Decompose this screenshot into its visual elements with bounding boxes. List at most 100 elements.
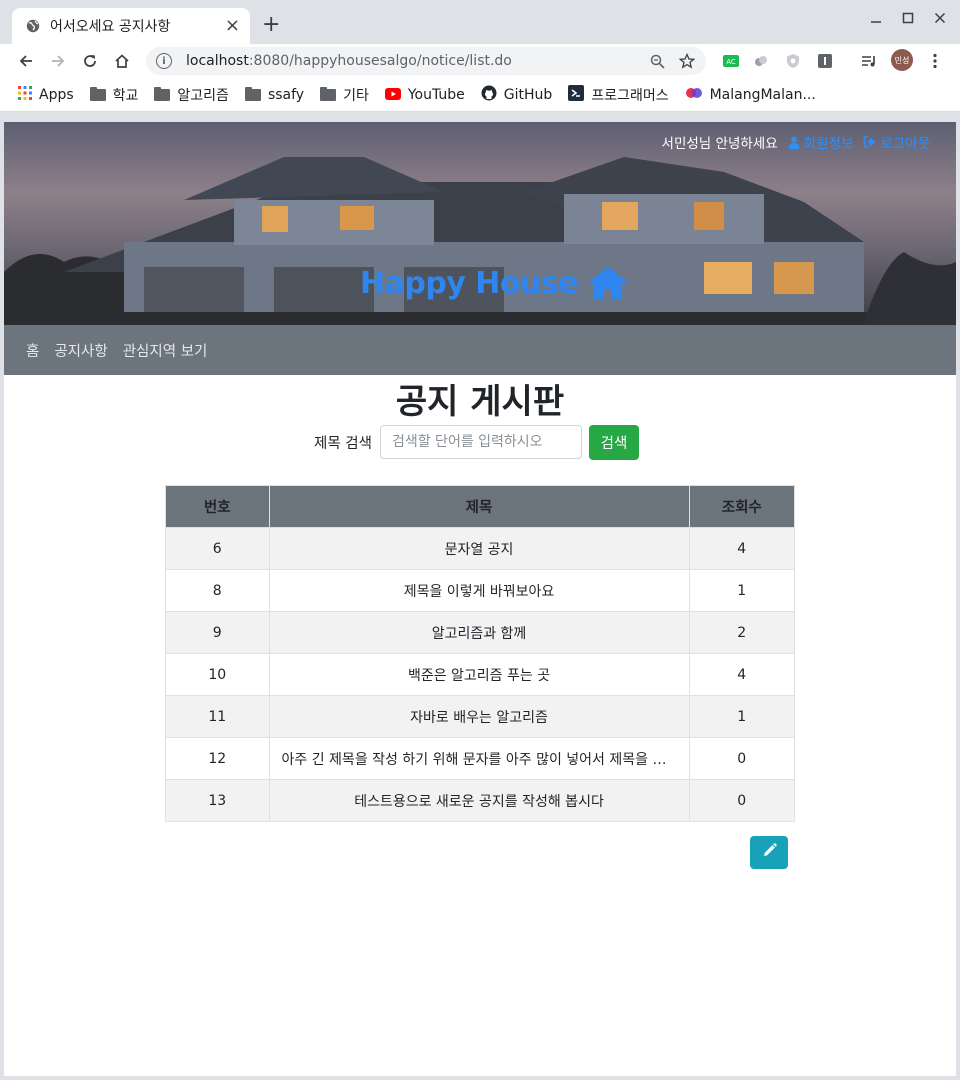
table-row[interactable]: 12 아주 긴 제목을 작성 하기 위해 문자를 아주 많이 넣어서 제목을 작… (165, 737, 796, 780)
bookmark-star-icon[interactable] (678, 52, 696, 70)
cell-views: 0 (688, 737, 796, 780)
folder-icon (154, 86, 171, 101)
browser-tabstrip: 어서오세요 공지사항 × + (0, 0, 960, 44)
home-icon[interactable] (112, 51, 132, 71)
tab-close-icon[interactable]: × (225, 17, 240, 35)
cell-title-link[interactable]: 문자열 공지 (268, 527, 690, 570)
search-input[interactable] (379, 425, 582, 459)
notice-table: 번호 제목 조회수 6 문자열 공지 4 8 제목을 이렇게 바꿔보아요 1 9… (165, 485, 796, 822)
nav-home[interactable]: 홈 (26, 340, 39, 361)
member-info-link[interactable]: 회원정보 (788, 132, 853, 152)
malang-icon (685, 85, 703, 105)
table-row[interactable]: 11 자바로 배우는 알고리즘 1 (165, 695, 796, 738)
apps-grid-icon (18, 85, 32, 104)
extension-ac-icon[interactable]: AC (722, 52, 740, 70)
folder-icon (89, 86, 106, 101)
youtube-icon (384, 85, 401, 104)
bookmark-folder-algorithm[interactable]: 알고리즘 (154, 85, 229, 105)
extension-shield-icon[interactable] (784, 52, 802, 70)
svg-text:AC: AC (726, 58, 736, 66)
cell-no: 10 (165, 653, 270, 696)
pencil-icon (762, 843, 777, 862)
page-title: 공지 게시판 (395, 382, 565, 422)
media-queue-icon[interactable] (860, 52, 878, 70)
main-navbar: 홈 공지사항 관심지역 보기 (4, 325, 956, 375)
globe-icon (26, 19, 40, 33)
write-post-button[interactable] (750, 836, 788, 869)
user-icon (788, 136, 800, 149)
url-text: localhost:8080/happyhousesalgo/notice/li… (186, 53, 512, 69)
cell-title-link[interactable]: 백준은 알고리즘 푸는 곳 (268, 653, 690, 696)
table-row[interactable]: 10 백준은 알고리즘 푸는 곳 4 (165, 653, 796, 696)
bookmark-youtube[interactable]: YouTube (384, 85, 465, 104)
table-header-row: 번호 제목 조회수 (165, 485, 796, 528)
bookmark-folder-ssafy[interactable]: ssafy (244, 86, 304, 103)
search-row: 제목 검색 검색 (314, 424, 639, 460)
bookmark-apps[interactable]: Apps (18, 85, 74, 104)
sign-out-icon (863, 136, 876, 148)
cell-title-link[interactable]: 테스트용으로 새로운 공지를 작성해 봅시다 (268, 779, 690, 822)
cell-title-link[interactable]: 아주 긴 제목을 작성 하기 위해 문자를 아주 많이 넣어서 제목을 작성해 … (268, 737, 690, 780)
cell-title-link[interactable]: 제목을 이렇게 바꿔보아요 (268, 569, 690, 612)
cell-no: 6 (165, 527, 270, 570)
logout-link[interactable]: 로그아웃 (863, 132, 930, 152)
close-window-icon[interactable] (934, 12, 946, 27)
new-tab-icon[interactable]: + (262, 14, 280, 36)
column-header-no: 번호 (165, 485, 270, 528)
brand-logo[interactable]: Happy House (360, 266, 628, 301)
cell-no: 13 (165, 779, 270, 822)
column-header-views: 조회수 (688, 485, 796, 528)
cell-title-link[interactable]: 자바로 배우는 알고리즘 (268, 695, 690, 738)
table-row[interactable]: 9 알고리즘과 함께 2 (165, 611, 796, 654)
github-icon (481, 85, 497, 105)
browser-menu-icon[interactable] (926, 52, 944, 70)
cell-no: 11 (165, 695, 270, 738)
extension-reader-icon[interactable] (816, 52, 834, 70)
cell-no: 9 (165, 611, 270, 654)
bookmark-programmers[interactable]: 프로그래머스 (568, 84, 669, 105)
cell-views: 0 (688, 779, 796, 822)
cell-title-link[interactable]: 알고리즘과 함께 (268, 611, 690, 654)
table-row[interactable]: 13 테스트용으로 새로운 공지를 작성해 봅시다 0 (165, 779, 796, 822)
back-icon[interactable] (16, 51, 36, 71)
bookmark-folder-etc[interactable]: 기타 (320, 85, 369, 105)
tab-title: 어서오세요 공지사항 (50, 19, 171, 35)
bookmarks-bar: Apps 학교 알고리즘 ssafy 기타 YouTube GitHub 프로그… (0, 78, 960, 112)
search-label: 제목 검색 (314, 435, 372, 452)
folder-icon (320, 86, 337, 101)
cell-views: 1 (688, 569, 796, 612)
search-button[interactable]: 검색 (588, 424, 639, 460)
bookmark-malang[interactable]: MalangMalan... (685, 85, 816, 105)
column-header-title: 제목 (268, 485, 690, 528)
bookmark-github[interactable]: GitHub (481, 85, 552, 105)
brand-title: Happy House (360, 266, 579, 301)
reload-icon[interactable] (80, 51, 100, 71)
bookmark-folder-school[interactable]: 학교 (89, 85, 138, 105)
extension-wave-icon[interactable] (752, 52, 770, 70)
nav-notice[interactable]: 공지사항 (54, 340, 107, 361)
zoom-icon[interactable] (648, 52, 666, 70)
header-banner: 서민성님 안녕하세요 회원정보 로그아웃 Happy House (4, 122, 956, 325)
site-info-icon[interactable]: i (156, 53, 172, 69)
folder-icon (244, 86, 261, 101)
page-viewport: 서민성님 안녕하세요 회원정보 로그아웃 Happy House 홈 공지사항 … (4, 122, 956, 1076)
greeting-text: 서민성님 안녕하세요 (661, 136, 778, 152)
browser-tab[interactable]: 어서오세요 공지사항 × (12, 8, 250, 44)
cell-views: 1 (688, 695, 796, 738)
cell-no: 12 (165, 737, 270, 780)
forward-icon[interactable] (48, 51, 68, 71)
table-row[interactable]: 8 제목을 이렇게 바꿔보아요 1 (165, 569, 796, 612)
cell-views: 2 (688, 611, 796, 654)
cell-views: 4 (688, 653, 796, 696)
maximize-icon[interactable] (902, 12, 914, 27)
address-bar[interactable]: i localhost:8080/happyhousesalgo/notice/… (146, 47, 706, 75)
table-row[interactable]: 6 문자열 공지 4 (165, 527, 796, 570)
programmers-icon (568, 84, 585, 105)
browser-toolbar: i localhost:8080/happyhousesalgo/notice/… (0, 44, 960, 78)
cell-views: 4 (688, 527, 796, 570)
profile-avatar[interactable]: 민성 (891, 49, 913, 71)
cell-no: 8 (165, 569, 270, 612)
nav-interest-area[interactable]: 관심지역 보기 (123, 340, 208, 361)
minimize-icon[interactable] (870, 12, 882, 27)
user-bar: 서민성님 안녕하세요 회원정보 로그아웃 (662, 132, 930, 152)
